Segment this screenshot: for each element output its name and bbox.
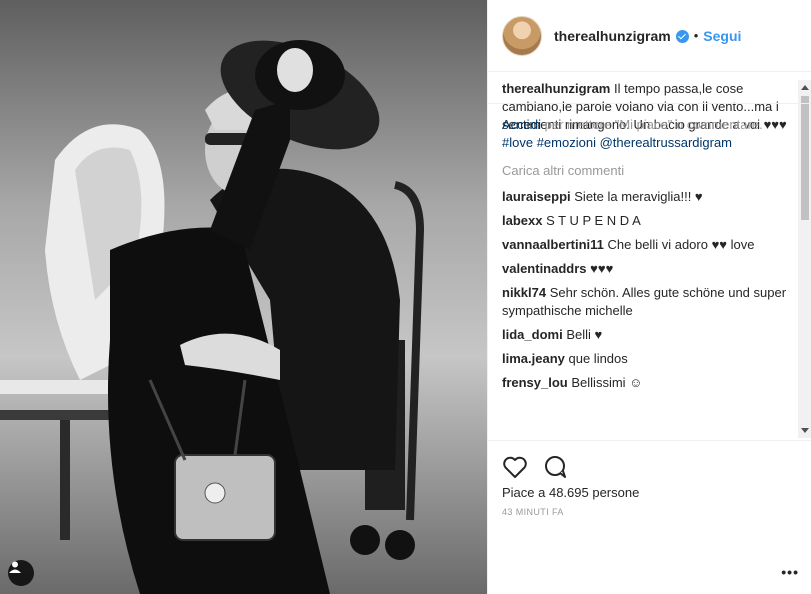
follow-button[interactable]: Segui bbox=[703, 28, 741, 44]
comment-item: lauraiseppi Siete la meraviglia!!! ♥ bbox=[502, 188, 798, 206]
photo-illustration bbox=[0, 0, 487, 594]
likes-count[interactable]: Piace a 48.695 persone bbox=[488, 485, 811, 500]
comment-item: valentinaddrs ♥♥♥ bbox=[502, 260, 798, 278]
header-username[interactable]: therealhunzigram bbox=[554, 28, 671, 44]
mention-link[interactable]: @therealtrussardigram bbox=[600, 135, 732, 150]
comment-text: ♥♥♥ bbox=[590, 261, 614, 276]
scroll-up-arrow[interactable] bbox=[801, 85, 809, 90]
comment-item: vannaalbertini11 Che belli vi adoro ♥♥ l… bbox=[502, 236, 798, 254]
caption-username[interactable]: therealhunzigram bbox=[502, 81, 610, 96]
comment-username[interactable]: labexx bbox=[502, 213, 542, 228]
post-actions: Piace a 48.695 persone 43 minuti fa bbox=[488, 440, 811, 517]
comment-text: Siete la meraviglia!!! ♥ bbox=[574, 189, 703, 204]
post-timestamp: 43 minuti fa bbox=[502, 507, 564, 517]
separator-dot: • bbox=[693, 28, 699, 43]
comment-username[interactable]: lima.jeany bbox=[502, 351, 565, 366]
comment-username[interactable]: nikkl74 bbox=[502, 285, 546, 300]
login-prompt-text: per mettere "Mi piace" o commentare. bbox=[541, 117, 763, 132]
comment-item: frensy_lou Bellissimi ☺ bbox=[502, 374, 798, 392]
comment-item: lida_domi Belli ♥ bbox=[502, 326, 798, 344]
avatar[interactable] bbox=[502, 15, 542, 56]
more-options-icon[interactable]: ••• bbox=[781, 564, 799, 580]
login-prompt: Accedi per mettere "Mi piace" o commenta… bbox=[488, 103, 811, 134]
post-sidebar: therealhunzigram • Segui therealhunzigra… bbox=[487, 0, 811, 594]
comment-text: Che belli vi adoro ♥♥ love bbox=[607, 237, 755, 252]
comment-username[interactable]: frensy_lou bbox=[502, 375, 568, 390]
comment-item: nikkl74 Sehr schön. Alles gute schöne un… bbox=[502, 284, 798, 320]
comment-text: que lindos bbox=[568, 351, 628, 366]
heart-icon[interactable] bbox=[502, 455, 528, 482]
comment-text: S T U P E N D A bbox=[546, 213, 641, 228]
action-icons bbox=[488, 441, 811, 485]
comment-username[interactable]: vannaalbertini11 bbox=[502, 237, 604, 252]
post-header: therealhunzigram • Segui bbox=[488, 0, 811, 72]
comment-username[interactable]: lida_domi bbox=[502, 327, 563, 342]
comment-item: labexx S T U P E N D A bbox=[502, 212, 798, 230]
comment-username[interactable]: lauraiseppi bbox=[502, 189, 571, 204]
comment-text: Belli ♥ bbox=[566, 327, 603, 342]
load-more-comments-button[interactable]: Carica altri commenti bbox=[502, 162, 798, 180]
scroll-down-arrow[interactable] bbox=[801, 428, 809, 433]
verified-badge-icon bbox=[675, 30, 689, 43]
comment-text: Bellissimi ☺ bbox=[571, 375, 643, 390]
login-link[interactable]: Accedi bbox=[502, 117, 541, 132]
comment-username[interactable]: valentinaddrs bbox=[502, 261, 587, 276]
comment-bubble-icon[interactable] bbox=[542, 455, 568, 482]
hashtag-link[interactable]: #love bbox=[502, 135, 533, 150]
person-tag-icon[interactable] bbox=[8, 560, 34, 586]
comment-item: lima.jeany que lindos bbox=[502, 350, 798, 368]
post-photo[interactable] bbox=[0, 0, 487, 594]
hashtag-link[interactable]: #emozioni bbox=[537, 135, 596, 150]
